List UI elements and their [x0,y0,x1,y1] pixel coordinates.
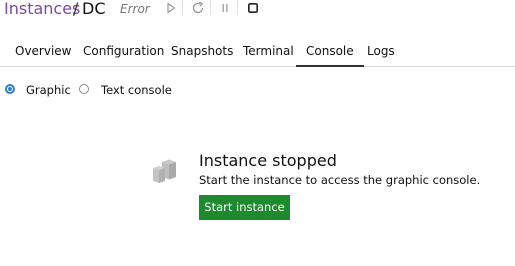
tab-snapshots[interactable]: Snapshots [171,44,233,58]
restart-icon [192,1,204,14]
text-console-radio-label[interactable]: Text console [101,83,172,97]
instance-status: Error [120,2,150,16]
text-console-radio[interactable] [79,84,89,94]
stop-icon [247,2,258,13]
empty-state-description: Start the instance to access the graphic… [199,173,481,187]
breadcrumb-separator: / [73,0,79,18]
instance-tabs: Overview Configuration Snapshots Termina… [0,38,515,67]
breadcrumb-instances-link[interactable]: Instances [4,0,80,18]
empty-state-title: Instance stopped [199,151,337,170]
tab-configuration[interactable]: Configuration [83,44,164,58]
graphic-radio[interactable] [5,84,15,94]
control-divider [210,0,211,15]
pause-icon [222,4,228,12]
graphic-radio-label[interactable]: Graphic [26,83,71,97]
freeze-instance-button[interactable] [217,0,233,16]
instance-console-page: Instances / DC Error Overview Configurat… [0,0,515,266]
tab-logs[interactable]: Logs [367,44,395,58]
tab-terminal[interactable]: Terminal [243,44,294,58]
start-instance-button[interactable] [163,0,179,16]
control-divider [182,0,183,15]
cubes-icon [152,158,178,184]
instance-name: DC [82,0,106,18]
stop-instance-button[interactable] [245,0,261,16]
tab-overview[interactable]: Overview [15,44,72,58]
play-icon [167,2,176,14]
start-instance-cta-button[interactable]: Start instance [199,195,290,220]
tab-console[interactable]: Console [296,44,364,67]
restart-instance-button[interactable] [190,0,206,16]
control-divider [237,0,238,15]
